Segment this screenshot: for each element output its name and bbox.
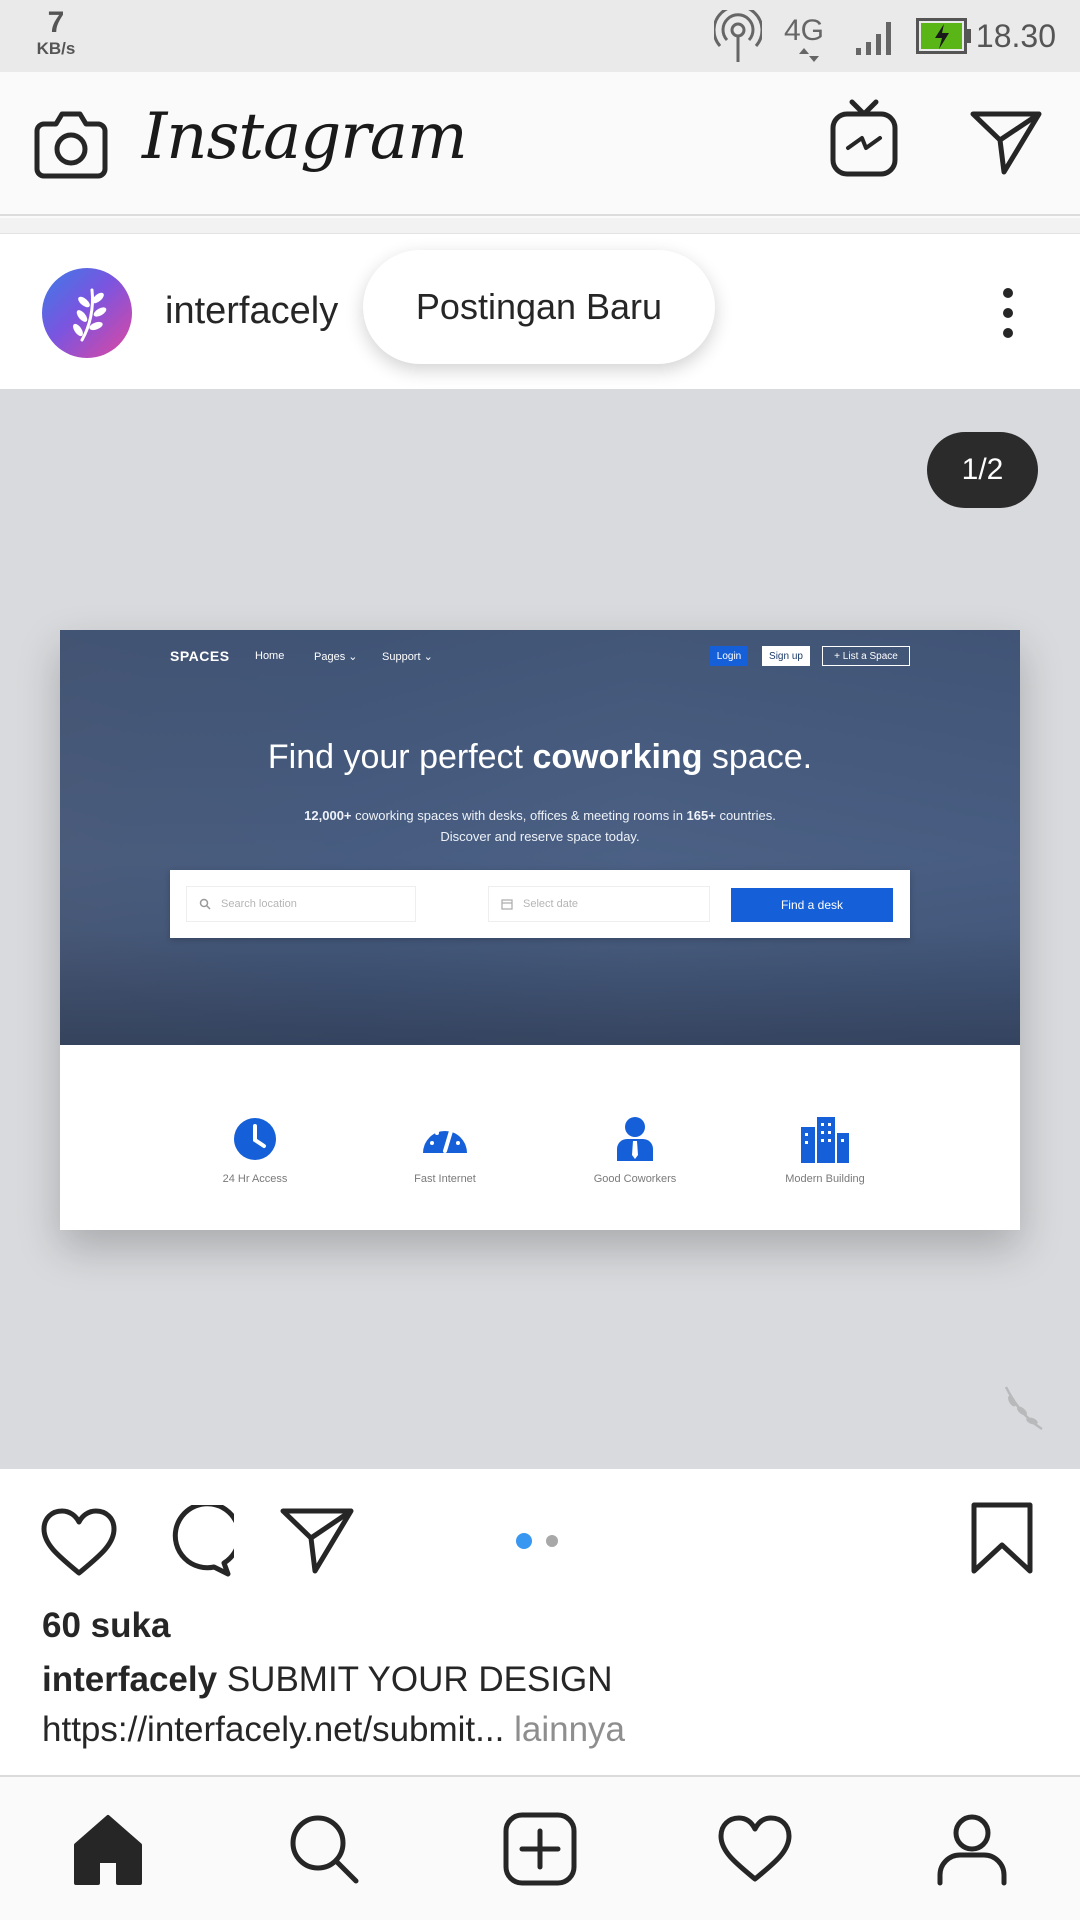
laurel-watermark-icon: [1004, 1386, 1043, 1431]
caption-ellipsis: ...: [475, 1710, 505, 1749]
search-icon: [199, 898, 211, 910]
clock: 18.30: [975, 18, 1056, 54]
mockup-hero-title: Find your perfect coworking space.: [60, 738, 1020, 777]
feature-label: Good Coworkers: [593, 1173, 677, 1185]
search-placeholder: Search location: [221, 898, 297, 910]
feed-divider: [0, 218, 1080, 234]
hero-sub-line2: Discover and reserve space today.: [440, 829, 640, 844]
bottom-nav: [0, 1775, 1080, 1920]
app-header: Instagram: [0, 72, 1080, 216]
mockup-search-bar: Search location Select date Find a desk: [170, 870, 910, 938]
carousel-dot-active: [516, 1533, 532, 1549]
hero-title-pre: Find your perfect: [267, 738, 533, 776]
add-post-icon[interactable]: [502, 1811, 578, 1887]
mockup-nav-pages: Pages ⌄: [314, 650, 357, 663]
igtv-icon[interactable]: [830, 98, 898, 178]
feature-building: Modern Building: [755, 1115, 895, 1185]
network-label: 4G: [784, 14, 825, 47]
post-header: interfacely Postingan Baru: [0, 234, 1080, 389]
mockup-hero-subtitle: 12,000+ coworking spaces with desks, off…: [60, 805, 1020, 847]
more-options-icon[interactable]: [992, 284, 1024, 344]
share-icon[interactable]: [280, 1505, 354, 1575]
calendar-icon: [501, 899, 513, 910]
feature-coworkers: Good Coworkers: [565, 1115, 705, 1185]
mockup-nav-support: Support ⌄: [382, 650, 433, 663]
hotspot-icon: [714, 10, 762, 62]
comment-icon[interactable]: [162, 1505, 234, 1577]
post-media[interactable]: 1/2 SPACES Home Pages ⌄ Support ⌄ Login …: [0, 389, 1080, 1469]
feature-label: 24 Hr Access: [222, 1173, 288, 1185]
feature-label: Modern Building: [785, 1173, 865, 1185]
speed-value: 7: [47, 6, 65, 39]
mockup-hero: SPACES Home Pages ⌄ Support ⌄ Login Sign…: [60, 630, 1020, 1045]
caption-text: SUBMIT YOUR DESIGN: [226, 1660, 613, 1699]
mockup-search-field: Search location: [186, 886, 416, 922]
feature-24hr: 24 Hr Access: [185, 1115, 325, 1185]
mockup-nav-support-label: Support: [382, 651, 421, 663]
person-icon: [617, 1117, 653, 1161]
search-icon[interactable]: [286, 1811, 362, 1887]
activity-heart-icon[interactable]: [717, 1811, 793, 1887]
website-mockup: SPACES Home Pages ⌄ Support ⌄ Login Sign…: [60, 630, 1020, 1230]
carousel-counter: 1/2: [927, 432, 1038, 508]
direct-message-icon[interactable]: [970, 108, 1042, 176]
status-bar: 7 KB/s 4G 18.30: [0, 0, 1080, 72]
hero-title-bold: coworking: [532, 738, 703, 776]
mockup-signup-button: Sign up: [762, 646, 810, 666]
post-username[interactable]: interfacely: [165, 290, 338, 333]
home-icon[interactable]: [70, 1811, 146, 1887]
hero-sub-count: 12,000+: [304, 808, 352, 823]
mockup-find-desk-button: Find a desk: [731, 888, 893, 922]
more-link[interactable]: lainnya: [514, 1710, 625, 1749]
hero-floor-shade: [60, 930, 1020, 1045]
profile-icon[interactable]: [934, 1811, 1010, 1887]
caption-link-line: https://interfacely.net/submit... lainny…: [42, 1710, 625, 1750]
app-logo: Instagram: [142, 100, 468, 174]
date-placeholder: Select date: [523, 898, 579, 910]
feature-label: Fast Internet: [414, 1173, 476, 1185]
data-arrows-icon: [799, 48, 819, 62]
carousel-dot: [546, 1535, 558, 1547]
mockup-login-button: Login: [710, 646, 748, 666]
likes-count[interactable]: 60 suka: [42, 1606, 170, 1646]
hero-title-post: space.: [702, 738, 813, 776]
caption: interfacely SUBMIT YOUR DESIGN: [42, 1660, 613, 1700]
speedometer-icon: [423, 1129, 467, 1153]
building-icon: [801, 1117, 849, 1163]
avatar[interactable]: [42, 268, 132, 358]
new-posts-toast[interactable]: Postingan Baru: [363, 250, 715, 364]
speed-unit: KB/s: [36, 39, 76, 58]
mockup-nav-pages-label: Pages: [314, 651, 346, 663]
hero-sub-end: countries.: [715, 808, 776, 823]
laurel-logo-icon: [73, 288, 107, 342]
mockup-list-space-button: + List a Space: [822, 646, 910, 666]
caption-link[interactable]: https://interfacely.net/submit: [42, 1710, 475, 1749]
network-4g-icon: 4G: [784, 14, 834, 64]
network-speed: 7 KB/s: [26, 6, 86, 58]
bookmark-icon[interactable]: [970, 1501, 1034, 1575]
mockup-nav-home: Home: [255, 650, 285, 662]
hero-sub-text: coworking spaces with desks, offices & m…: [351, 808, 687, 823]
feature-internet: Fast Internet: [375, 1115, 515, 1185]
mockup-features: 24 Hr Access Fast Internet Good Coworker…: [60, 1045, 1020, 1230]
battery-charging-icon: [916, 18, 971, 54]
mockup-brand: SPACES: [170, 648, 230, 664]
chevron-down-icon: ⌄: [423, 651, 433, 663]
camera-icon[interactable]: [34, 110, 108, 180]
hero-sub-line1: 12,000+ coworking spaces with desks, off…: [60, 805, 1020, 826]
chevron-down-icon: ⌄: [348, 651, 358, 663]
mockup-nav: SPACES Home Pages ⌄ Support ⌄ Login Sign…: [170, 646, 930, 670]
like-heart-icon[interactable]: [40, 1507, 118, 1577]
caption-username[interactable]: interfacely: [42, 1660, 217, 1699]
mockup-date-field: Select date: [488, 886, 710, 922]
signal-icon: [856, 22, 891, 55]
hero-sub-countries: 165+: [686, 808, 716, 823]
clock-icon: [234, 1118, 276, 1160]
post-info: 60 suka interfacely SUBMIT YOUR DESIGN h…: [0, 1580, 1080, 1775]
